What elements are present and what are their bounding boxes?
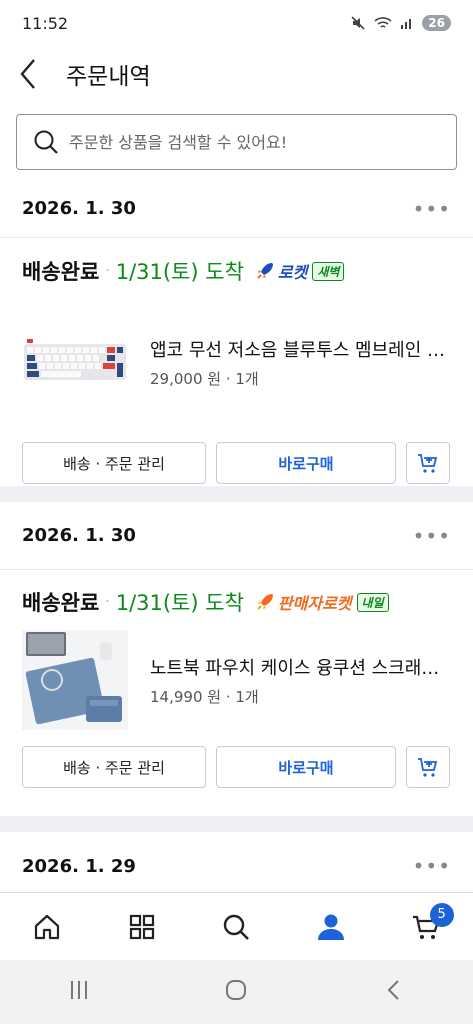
- page-title: 주문내역: [66, 64, 151, 90]
- buy-again-button[interactable]: 바로구매: [216, 442, 396, 484]
- mute-icon: [351, 16, 365, 30]
- nav-search[interactable]: [206, 897, 266, 957]
- arrival-date: 1/31(토) 도착: [115, 260, 244, 284]
- delivery-status-line: 배송완료 · 1/31(토) 도착 판매자로켓 내일: [0, 570, 473, 634]
- delivery-status: 배송완료: [22, 591, 100, 615]
- cart-count-badge: 5: [429, 902, 454, 927]
- order-date-row: 2026. 1. 30 •••: [0, 180, 473, 238]
- product-row[interactable]: 앱코 무선 저소음 블루투스 멤브레인 키보드 29,000 원 · 1개: [0, 312, 473, 412]
- separator-dot: ·: [105, 594, 110, 610]
- seller-rocket-delivery-badge: 판매자로켓 내일: [254, 590, 389, 614]
- add-to-cart-button[interactable]: [406, 746, 450, 788]
- product-name[interactable]: 노트북 파우치 케이스 융쿠션 스크래치 방지: [150, 654, 446, 680]
- laptop-pouch-thumbnail[interactable]: [22, 630, 128, 730]
- more-options-icon[interactable]: •••: [413, 197, 451, 221]
- more-options-icon[interactable]: •••: [413, 524, 451, 548]
- order-date-row: 2026. 1. 30 •••: [0, 502, 473, 570]
- my-page-icon: [318, 914, 345, 940]
- product-qty: 1개: [235, 369, 259, 388]
- product-price: 14,990 원: [150, 687, 222, 706]
- nav-my-page[interactable]: [301, 897, 361, 957]
- search-section: [0, 102, 473, 182]
- order-date: 2026. 1. 30: [22, 198, 136, 219]
- product-name[interactable]: 앱코 무선 저소음 블루투스 멤브레인 키보드: [150, 336, 446, 362]
- nav-cart[interactable]: 5: [396, 897, 456, 957]
- page-header: 주문내역: [0, 46, 473, 102]
- search-input[interactable]: [69, 132, 429, 152]
- home-icon: [35, 914, 60, 939]
- order-card: 2026. 1. 30 ••• 배송완료 · 1/31(토) 도착 판매자로켓 …: [0, 502, 473, 816]
- home-button[interactable]: [224, 978, 248, 1006]
- order-actions: 배송 · 주문 관리 바로구매: [0, 746, 473, 788]
- keyboard-thumbnail[interactable]: [22, 322, 128, 402]
- rocket-icon: [257, 263, 273, 279]
- system-navigation: [0, 960, 473, 1024]
- add-to-cart-button[interactable]: [406, 442, 450, 484]
- status-bar: 11:52 26: [0, 0, 473, 46]
- product-qty: 1개: [235, 687, 259, 706]
- cart-plus-icon: [418, 758, 438, 777]
- more-options-icon[interactable]: •••: [413, 854, 451, 878]
- nav-category[interactable]: [112, 897, 172, 957]
- order-search-box[interactable]: [16, 114, 457, 170]
- arrival-date: 1/31(토) 도착: [115, 591, 244, 615]
- wifi-icon: [374, 17, 392, 28]
- manage-order-button[interactable]: 배송 · 주문 관리: [22, 442, 206, 484]
- rocket-label: 판매자로켓: [277, 594, 352, 613]
- product-price: 29,000 원: [150, 369, 222, 388]
- rocket-label: 로켓: [277, 263, 308, 282]
- bottom-navigation: 5: [0, 892, 473, 960]
- recent-apps-button[interactable]: [67, 978, 91, 1006]
- product-price-qty: 29,000 원 · 1개: [150, 368, 446, 389]
- cart-plus-icon: [418, 454, 438, 473]
- separator-dot: ·: [225, 369, 236, 388]
- delivery-status-line: 배송완료 · 1/31(토) 도착 로켓 새벽: [0, 238, 473, 304]
- delivery-status: 배송완료: [22, 260, 100, 284]
- order-date: 2026. 1. 29: [22, 855, 136, 877]
- product-info: 노트북 파우치 케이스 융쿠션 스크래치 방지 14,990 원 · 1개: [150, 654, 446, 707]
- back-button[interactable]: [18, 54, 48, 94]
- order-date: 2026. 1. 30: [22, 525, 136, 546]
- order-card: 2026. 1. 29 •••: [0, 832, 473, 892]
- battery-indicator: 26: [422, 15, 451, 31]
- separator-dot: ·: [105, 263, 110, 279]
- clock: 11:52: [22, 13, 69, 33]
- rocket-delivery-badge: 로켓 새벽: [254, 259, 345, 283]
- nav-home[interactable]: [17, 897, 77, 957]
- order-date-row: 2026. 1. 29 •••: [0, 832, 473, 900]
- order-actions: 배송 · 주문 관리 바로구매: [0, 442, 473, 484]
- system-back-button[interactable]: [382, 978, 406, 1006]
- manage-order-button[interactable]: 배송 · 주문 관리: [22, 746, 206, 788]
- chevron-left-icon: [20, 59, 35, 89]
- rocket-icon: [257, 594, 273, 610]
- delivery-badge: 새벽: [312, 261, 345, 281]
- product-row[interactable]: 노트북 파우치 케이스 융쿠션 스크래치 방지 14,990 원 · 1개: [0, 630, 473, 730]
- separator-dot: ·: [225, 687, 236, 706]
- delivery-badge: 내일: [356, 592, 389, 612]
- signal-icon: [401, 19, 412, 29]
- category-icon: [129, 914, 154, 939]
- home-button-icon: [226, 980, 247, 1000]
- recent-apps-icon: [70, 981, 87, 999]
- search-icon: [224, 914, 250, 940]
- search-icon: [34, 130, 58, 154]
- back-icon: [387, 980, 399, 1000]
- order-card: 2026. 1. 30 ••• 배송완료 · 1/31(토) 도착 로켓 새벽: [0, 180, 473, 486]
- status-icons: 26: [350, 15, 451, 31]
- product-info: 앱코 무선 저소음 블루투스 멤브레인 키보드 29,000 원 · 1개: [150, 336, 446, 389]
- product-price-qty: 14,990 원 · 1개: [150, 686, 446, 707]
- buy-again-button[interactable]: 바로구매: [216, 746, 396, 788]
